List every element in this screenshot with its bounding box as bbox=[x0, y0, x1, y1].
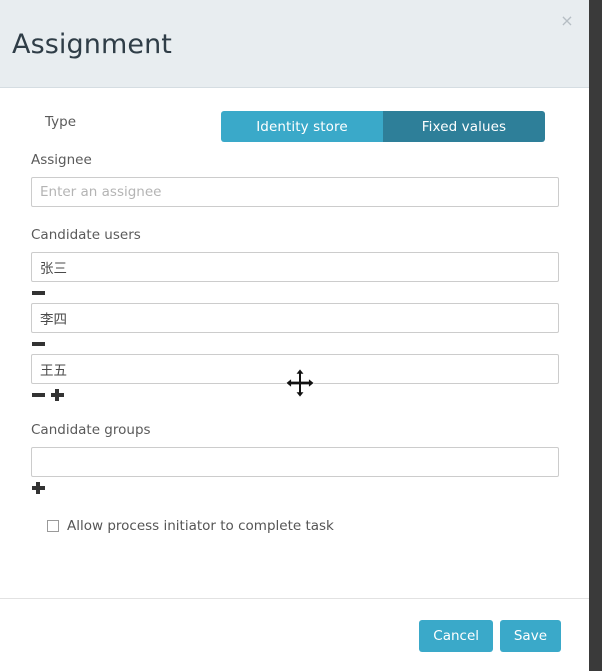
remove-candidate-user-icon[interactable] bbox=[31, 333, 46, 354]
modal-body: Type Identity store Fixed values Assigne… bbox=[0, 88, 589, 597]
type-toggle-group: Identity store Fixed values bbox=[221, 111, 545, 142]
candidate-groups-label: Candidate groups bbox=[31, 422, 151, 438]
candidate-user-controls bbox=[31, 333, 589, 354]
type-option-identity-store[interactable]: Identity store bbox=[221, 111, 383, 142]
cancel-button[interactable]: Cancel bbox=[419, 620, 493, 652]
assignee-label: Assignee bbox=[31, 152, 92, 168]
modal-header: Assignment × bbox=[0, 0, 589, 88]
candidate-user-controls bbox=[31, 282, 589, 303]
type-option-fixed-values[interactable]: Fixed values bbox=[383, 111, 545, 142]
candidate-user-controls bbox=[31, 384, 589, 405]
page-title: Assignment bbox=[12, 29, 172, 60]
candidate-groups-block: Candidate groups bbox=[0, 422, 589, 498]
add-candidate-user-icon[interactable] bbox=[50, 384, 65, 405]
candidate-group-controls bbox=[31, 477, 589, 498]
candidate-users-label: Candidate users bbox=[31, 227, 141, 243]
allow-initiator-row: Allow process initiator to complete task bbox=[47, 518, 589, 534]
candidate-users-block: Candidate users bbox=[0, 227, 589, 405]
allow-initiator-checkbox[interactable] bbox=[47, 520, 59, 532]
modal-footer: Cancel Save bbox=[0, 598, 589, 671]
candidate-user-input[interactable] bbox=[31, 303, 559, 333]
candidate-group-input[interactable] bbox=[31, 447, 559, 477]
remove-candidate-user-icon[interactable] bbox=[31, 282, 46, 303]
allow-initiator-label: Allow process initiator to complete task bbox=[67, 518, 334, 534]
assignee-field-block: Assignee bbox=[0, 152, 589, 207]
assignment-modal: Assignment × Type Identity store Fixed v… bbox=[0, 0, 589, 671]
candidate-user-input[interactable] bbox=[31, 354, 559, 384]
close-icon[interactable]: × bbox=[557, 11, 577, 31]
remove-candidate-user-icon[interactable] bbox=[31, 384, 46, 405]
candidate-user-input[interactable] bbox=[31, 252, 559, 282]
save-button[interactable]: Save bbox=[499, 620, 561, 652]
type-row: Type Identity store Fixed values bbox=[0, 88, 589, 144]
add-candidate-group-icon[interactable] bbox=[31, 477, 46, 498]
type-label: Type bbox=[45, 114, 77, 130]
assignee-input[interactable] bbox=[31, 177, 559, 207]
